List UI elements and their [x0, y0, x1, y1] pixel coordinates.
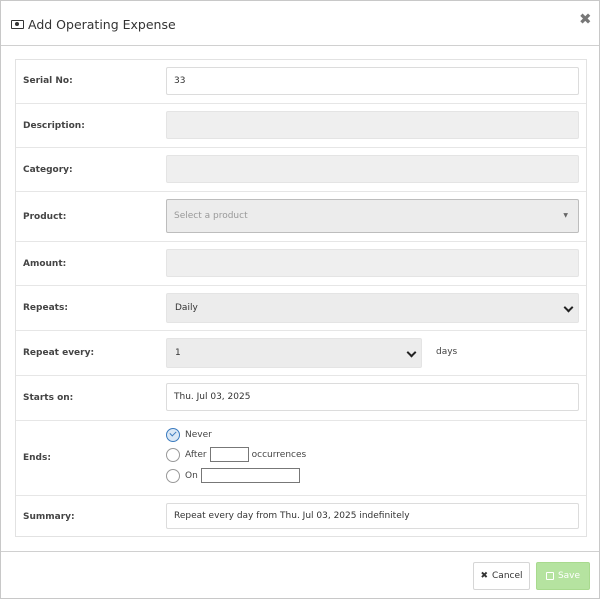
category-input[interactable] — [166, 155, 579, 183]
serial-input[interactable]: 33 — [166, 67, 579, 95]
floppy-disk-icon — [545, 572, 554, 580]
modal-title: Add Operating Expense — [11, 17, 176, 32]
caret-down-icon: ▼ — [563, 212, 568, 219]
product-placeholder: Select a product — [174, 211, 248, 221]
row-starts-on: Starts on: Thu. Jul 03, 2025 — [16, 376, 586, 421]
serial-label: Serial No: — [23, 76, 73, 86]
row-description: Description: — [16, 104, 586, 148]
description-input[interactable] — [166, 111, 579, 139]
starts-on-input[interactable]: Thu. Jul 03, 2025 — [166, 383, 579, 411]
expense-form: Serial No: 33 Description: Category: Pro… — [15, 59, 587, 537]
modal-footer: ✖ Cancel Save — [1, 551, 599, 599]
save-button[interactable]: Save — [536, 562, 590, 590]
save-label: Save — [557, 571, 581, 581]
product-label: Product: — [23, 212, 67, 222]
row-product: Product: Select a product ▼ — [16, 192, 586, 242]
row-repeat-every: Repeat every: 1 days — [16, 331, 586, 376]
days-unit-label: days — [436, 347, 458, 357]
never-label: Never — [185, 430, 212, 440]
on-label: On — [185, 470, 198, 481]
summary-label: Summary: — [23, 512, 75, 522]
cancel-button[interactable]: ✖ Cancel — [473, 562, 530, 590]
ends-after-option[interactable]: After occurrences — [166, 447, 306, 462]
close-icon[interactable]: ✖ — [579, 10, 592, 28]
row-category: Category: — [16, 148, 586, 192]
category-label: Category: — [23, 165, 73, 175]
repeats-value: Daily — [175, 303, 198, 313]
ends-label: Ends: — [23, 453, 51, 463]
chevron-down-icon — [406, 347, 417, 358]
radio-never[interactable] — [166, 428, 180, 442]
starts-on-label: Starts on: — [23, 393, 74, 403]
radio-after[interactable] — [166, 447, 180, 462]
add-expense-modal: Add Operating Expense ✖ Serial No: 33 De… — [0, 0, 600, 599]
repeat-every-select[interactable]: 1 — [166, 338, 422, 368]
modal-header: Add Operating Expense ✖ — [1, 1, 599, 46]
money-icon — [11, 20, 24, 29]
row-ends: Ends: Never After occurrences On — [16, 421, 586, 496]
radio-on[interactable] — [166, 468, 180, 483]
repeats-select[interactable]: Daily — [166, 293, 579, 323]
repeat-every-value: 1 — [175, 348, 181, 358]
modal-title-text: Add Operating Expense — [28, 17, 176, 32]
product-select[interactable]: Select a product ▼ — [166, 199, 579, 233]
occurrences-label: occurrences — [251, 449, 307, 460]
close-icon: ✖ — [480, 571, 489, 581]
amount-label: Amount: — [23, 259, 67, 269]
cancel-label: Cancel — [492, 571, 523, 581]
row-serial: Serial No: 33 — [16, 60, 586, 104]
row-summary: Summary: Repeat every day from Thu. Jul … — [16, 496, 586, 538]
end-date-input[interactable] — [200, 468, 300, 483]
repeat-every-label: Repeat every: — [23, 348, 95, 358]
row-repeats: Repeats: Daily — [16, 286, 586, 331]
description-label: Description: — [23, 121, 85, 131]
amount-input[interactable] — [166, 249, 579, 277]
repeats-label: Repeats: — [23, 303, 68, 313]
summary-input[interactable]: Repeat every day from Thu. Jul 03, 2025 … — [166, 503, 579, 529]
row-amount: Amount: — [16, 242, 586, 286]
occurrences-input[interactable] — [209, 447, 249, 462]
after-label: After — [185, 449, 207, 460]
ends-never-option[interactable]: Never — [166, 428, 212, 442]
ends-on-option[interactable]: On — [166, 468, 303, 483]
chevron-down-icon — [563, 302, 574, 313]
